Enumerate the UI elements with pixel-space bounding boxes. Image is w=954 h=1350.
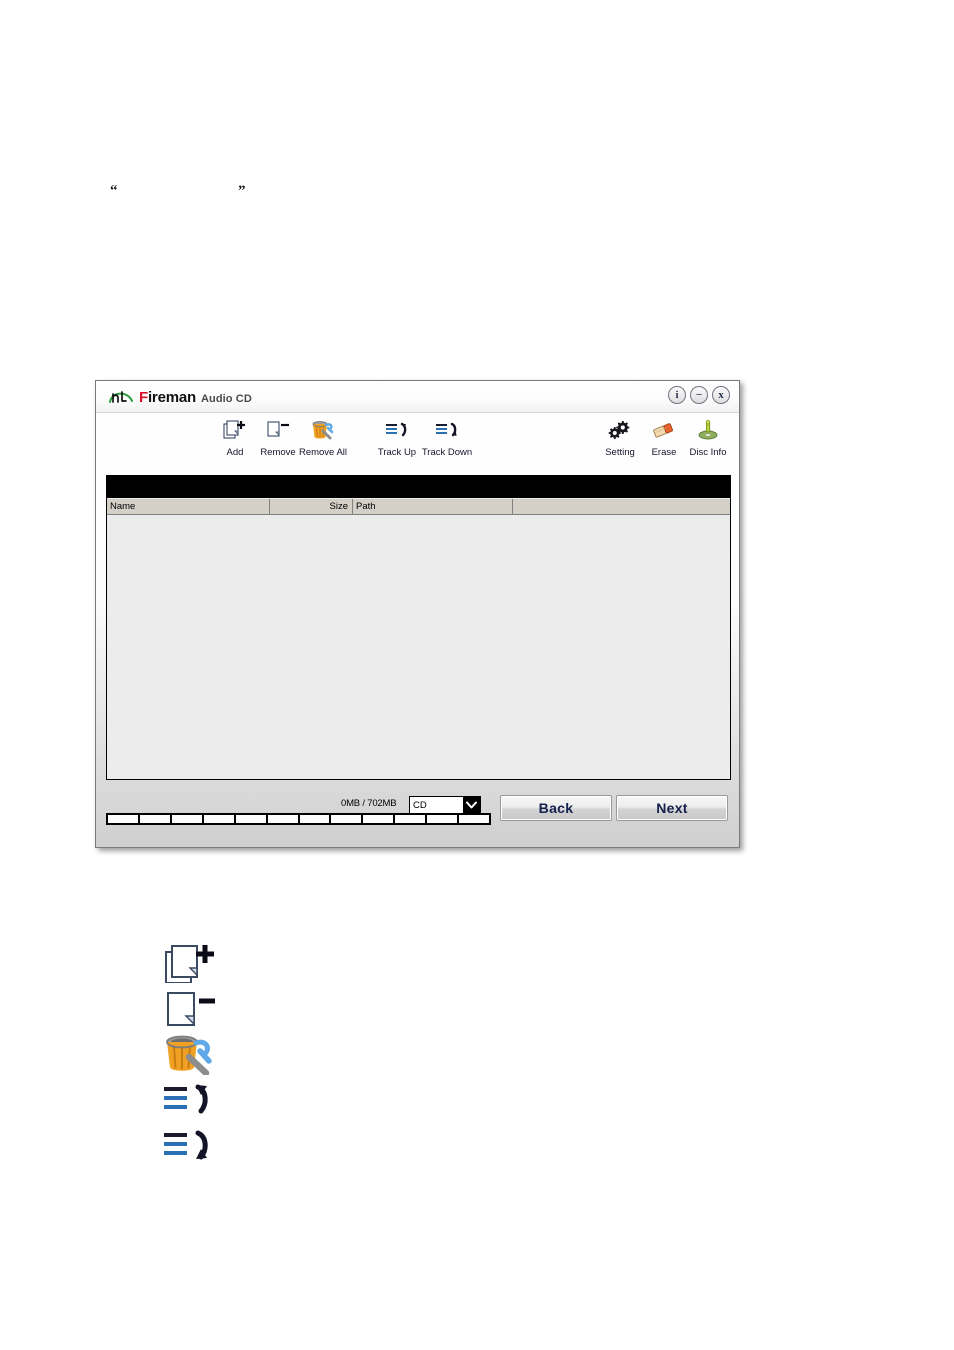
list-top-black-bar — [107, 476, 730, 498]
disc-type-value: CD — [413, 799, 427, 811]
capacity-segment — [108, 815, 140, 823]
column-header-name[interactable]: Name — [107, 499, 270, 515]
capacity-segment — [172, 815, 204, 823]
column-header-extra[interactable] — [513, 499, 730, 515]
gears-icon — [607, 417, 633, 443]
toolbar-label-track-up: Track Up — [377, 447, 417, 458]
toolbar-label-remove: Remove — [260, 447, 296, 458]
toolbar-label-track-down: Track Down — [421, 447, 473, 458]
capacity-segment — [459, 815, 489, 823]
capacity-segment — [236, 815, 268, 823]
toolbar-label-add: Add — [226, 447, 244, 458]
disc-type-select[interactable]: CD — [409, 796, 481, 814]
capacity-progress-bar — [106, 813, 491, 825]
figure-track-up-icon — [160, 1076, 230, 1122]
disc-info-icon — [695, 417, 721, 443]
close-button[interactable]: x — [712, 386, 730, 404]
brand-name-rest: ireman — [147, 389, 196, 406]
capacity-segment — [204, 815, 236, 823]
toolbar-button-remove-all[interactable]: Remove All — [294, 417, 352, 458]
capacity-segment — [268, 815, 300, 823]
capacity-segment — [427, 815, 460, 823]
trash-brush-icon — [310, 417, 336, 443]
window-controls: i − x — [668, 386, 730, 404]
toolbar-label-remove-all: Remove All — [298, 447, 348, 458]
quote-close: ” — [238, 183, 246, 199]
minimize-button[interactable]: − — [690, 386, 708, 404]
fireman-audio-cd-window: Fireman Audio CD i − x Add Remove Remove… — [95, 380, 740, 848]
chevron-down-icon — [463, 797, 480, 813]
capacity-segment — [300, 815, 332, 823]
track-list-panel[interactable]: Name Size Path — [106, 475, 731, 780]
capacity-size-label: 0MB / 702MB — [341, 798, 397, 809]
toolbar-label-setting: Setting — [605, 447, 635, 458]
toolbar-button-track-down[interactable]: Track Down — [418, 417, 476, 458]
toolbar-button-disc-info[interactable]: Disc Info — [679, 417, 737, 458]
hl-arc-logo-icon — [108, 388, 135, 404]
toolbar-label-disc-info: Disc Info — [689, 447, 727, 458]
app-brand: Fireman Audio CD — [108, 386, 252, 406]
bottom-bar: 0MB / 702MB CD Back Next — [96, 783, 739, 847]
info-button[interactable]: i — [668, 386, 686, 404]
quote-open: “ — [110, 183, 118, 199]
icon-legend-figures — [160, 938, 230, 1168]
capacity-segment — [140, 815, 172, 823]
window-inner: Fireman Audio CD i − x Add Remove Remove… — [96, 381, 739, 847]
remove-page-minus-icon — [265, 417, 291, 443]
figure-track-down-icon — [160, 1122, 230, 1168]
add-pages-plus-icon — [222, 417, 248, 443]
figure-remove-page-minus-icon — [160, 984, 230, 1030]
capacity-segment — [331, 815, 364, 823]
figure-trash-brush-icon — [160, 1030, 230, 1076]
track-up-icon — [384, 417, 410, 443]
next-button[interactable]: Next — [616, 795, 728, 821]
column-header-path[interactable]: Path — [353, 499, 513, 515]
column-header-size[interactable]: Size — [270, 499, 353, 515]
capacity-segment — [395, 815, 428, 823]
eraser-icon — [651, 417, 677, 443]
track-list-body[interactable] — [107, 515, 730, 779]
figure-add-pages-plus-icon — [160, 938, 230, 984]
brand-name-accent: F — [139, 389, 148, 406]
track-down-icon — [434, 417, 460, 443]
toolbar-label-erase: Erase — [651, 447, 677, 458]
brand-subtitle: Audio CD — [200, 393, 252, 405]
capacity-segment — [363, 815, 396, 823]
list-column-headers: Name Size Path — [107, 499, 730, 515]
quote-marks-line: “ ” — [110, 183, 310, 203]
toolbar: Add Remove Remove All Track Up Track Dow… — [96, 414, 739, 470]
title-bar: Fireman Audio CD i − x — [96, 381, 739, 413]
back-button[interactable]: Back — [500, 795, 612, 821]
